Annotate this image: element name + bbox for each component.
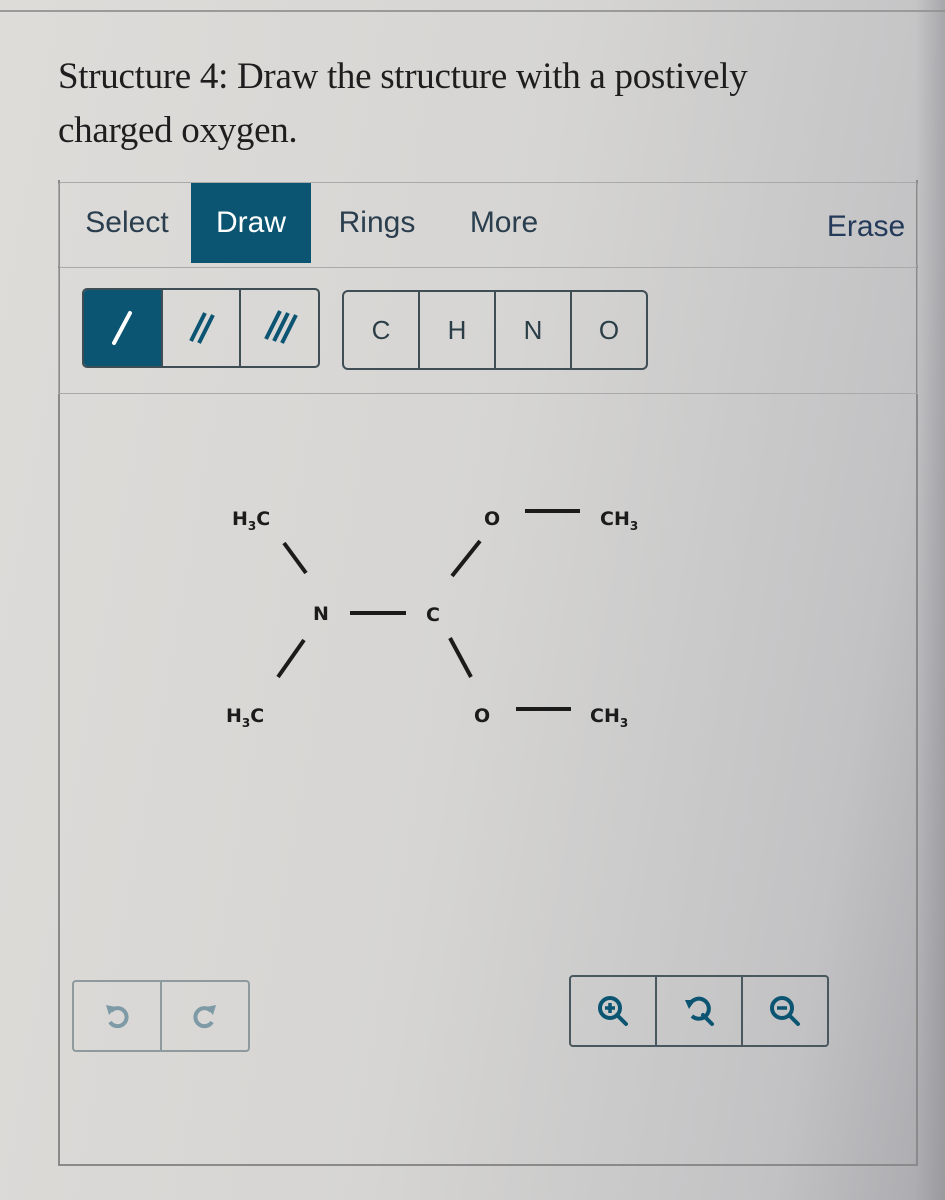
history-group	[72, 980, 250, 1052]
bond-type-group	[82, 288, 320, 368]
atom-subscript: 3	[619, 715, 629, 730]
atom-c[interactable]: C	[426, 604, 440, 626]
drawing-canvas[interactable]: H3C H3C N C O O CH3 CH3	[60, 400, 916, 960]
atom-label: CH	[590, 705, 620, 727]
atom-type-group: C H N O	[342, 290, 648, 370]
atom-label: C	[256, 508, 271, 530]
atom-h3c-bottom[interactable]: H3C	[226, 705, 264, 730]
atom-n[interactable]: N	[313, 603, 329, 625]
atom-o-top[interactable]: O	[484, 508, 500, 530]
triple-bond-icon	[263, 310, 298, 344]
screen-edge-shadow	[915, 0, 945, 1200]
single-bond-button[interactable]	[84, 290, 163, 366]
atom-button-c[interactable]: C	[344, 292, 420, 368]
zoom-group	[569, 975, 829, 1047]
atom-o-bottom[interactable]: O	[474, 705, 490, 727]
bonds-layer	[276, 509, 580, 711]
atom-ch3-bottom[interactable]: CH3	[590, 705, 628, 730]
erase-button[interactable]: Erase	[821, 187, 911, 267]
redo-button[interactable]	[162, 982, 248, 1050]
atom-ch3-top[interactable]: CH3	[600, 508, 638, 533]
question-prompt: Structure 4: Draw the structure with a p…	[58, 56, 748, 151]
undo-icon	[106, 1005, 129, 1029]
bond-c-o-top[interactable]	[450, 539, 482, 578]
top-divider	[0, 10, 945, 12]
bond-h3c-bottom-n[interactable]	[276, 638, 306, 679]
atom-h3c-top[interactable]: H3C	[232, 508, 270, 533]
atom-subscript: 3	[247, 518, 257, 533]
atom-subscript: 3	[629, 518, 639, 533]
double-bond-icon	[189, 312, 215, 344]
tab-select[interactable]: Select	[71, 183, 183, 263]
double-bond-button[interactable]	[163, 290, 242, 366]
zoom-in-icon	[598, 996, 628, 1026]
tab-more[interactable]: More	[459, 183, 549, 263]
atom-button-o[interactable]: O	[572, 292, 646, 368]
zoom-reset-icon	[685, 996, 714, 1026]
redo-icon	[193, 1005, 216, 1029]
atom-label: H	[232, 508, 248, 530]
undo-button[interactable]	[74, 982, 162, 1050]
tab-draw[interactable]: Draw	[191, 183, 311, 263]
atom-button-h[interactable]: H	[420, 292, 496, 368]
atom-button-n[interactable]: N	[496, 292, 572, 368]
triple-bond-button[interactable]	[241, 290, 318, 366]
zoom-out-icon	[770, 996, 800, 1026]
zoom-in-button[interactable]	[571, 977, 657, 1045]
zoom-out-button[interactable]	[743, 977, 827, 1045]
editor-tab-bar: Select Draw Rings More Erase	[58, 182, 918, 268]
atom-subscript: 3	[241, 715, 251, 730]
atom-label: CH	[600, 508, 630, 530]
tab-rings[interactable]: Rings	[329, 183, 425, 263]
atom-label: C	[250, 705, 265, 727]
zoom-reset-button[interactable]	[657, 977, 743, 1045]
single-bond-icon	[112, 311, 133, 345]
bond-c-o-bottom[interactable]	[448, 637, 473, 678]
atom-label: H	[226, 705, 242, 727]
bond-h3c-top-n[interactable]	[282, 541, 308, 575]
